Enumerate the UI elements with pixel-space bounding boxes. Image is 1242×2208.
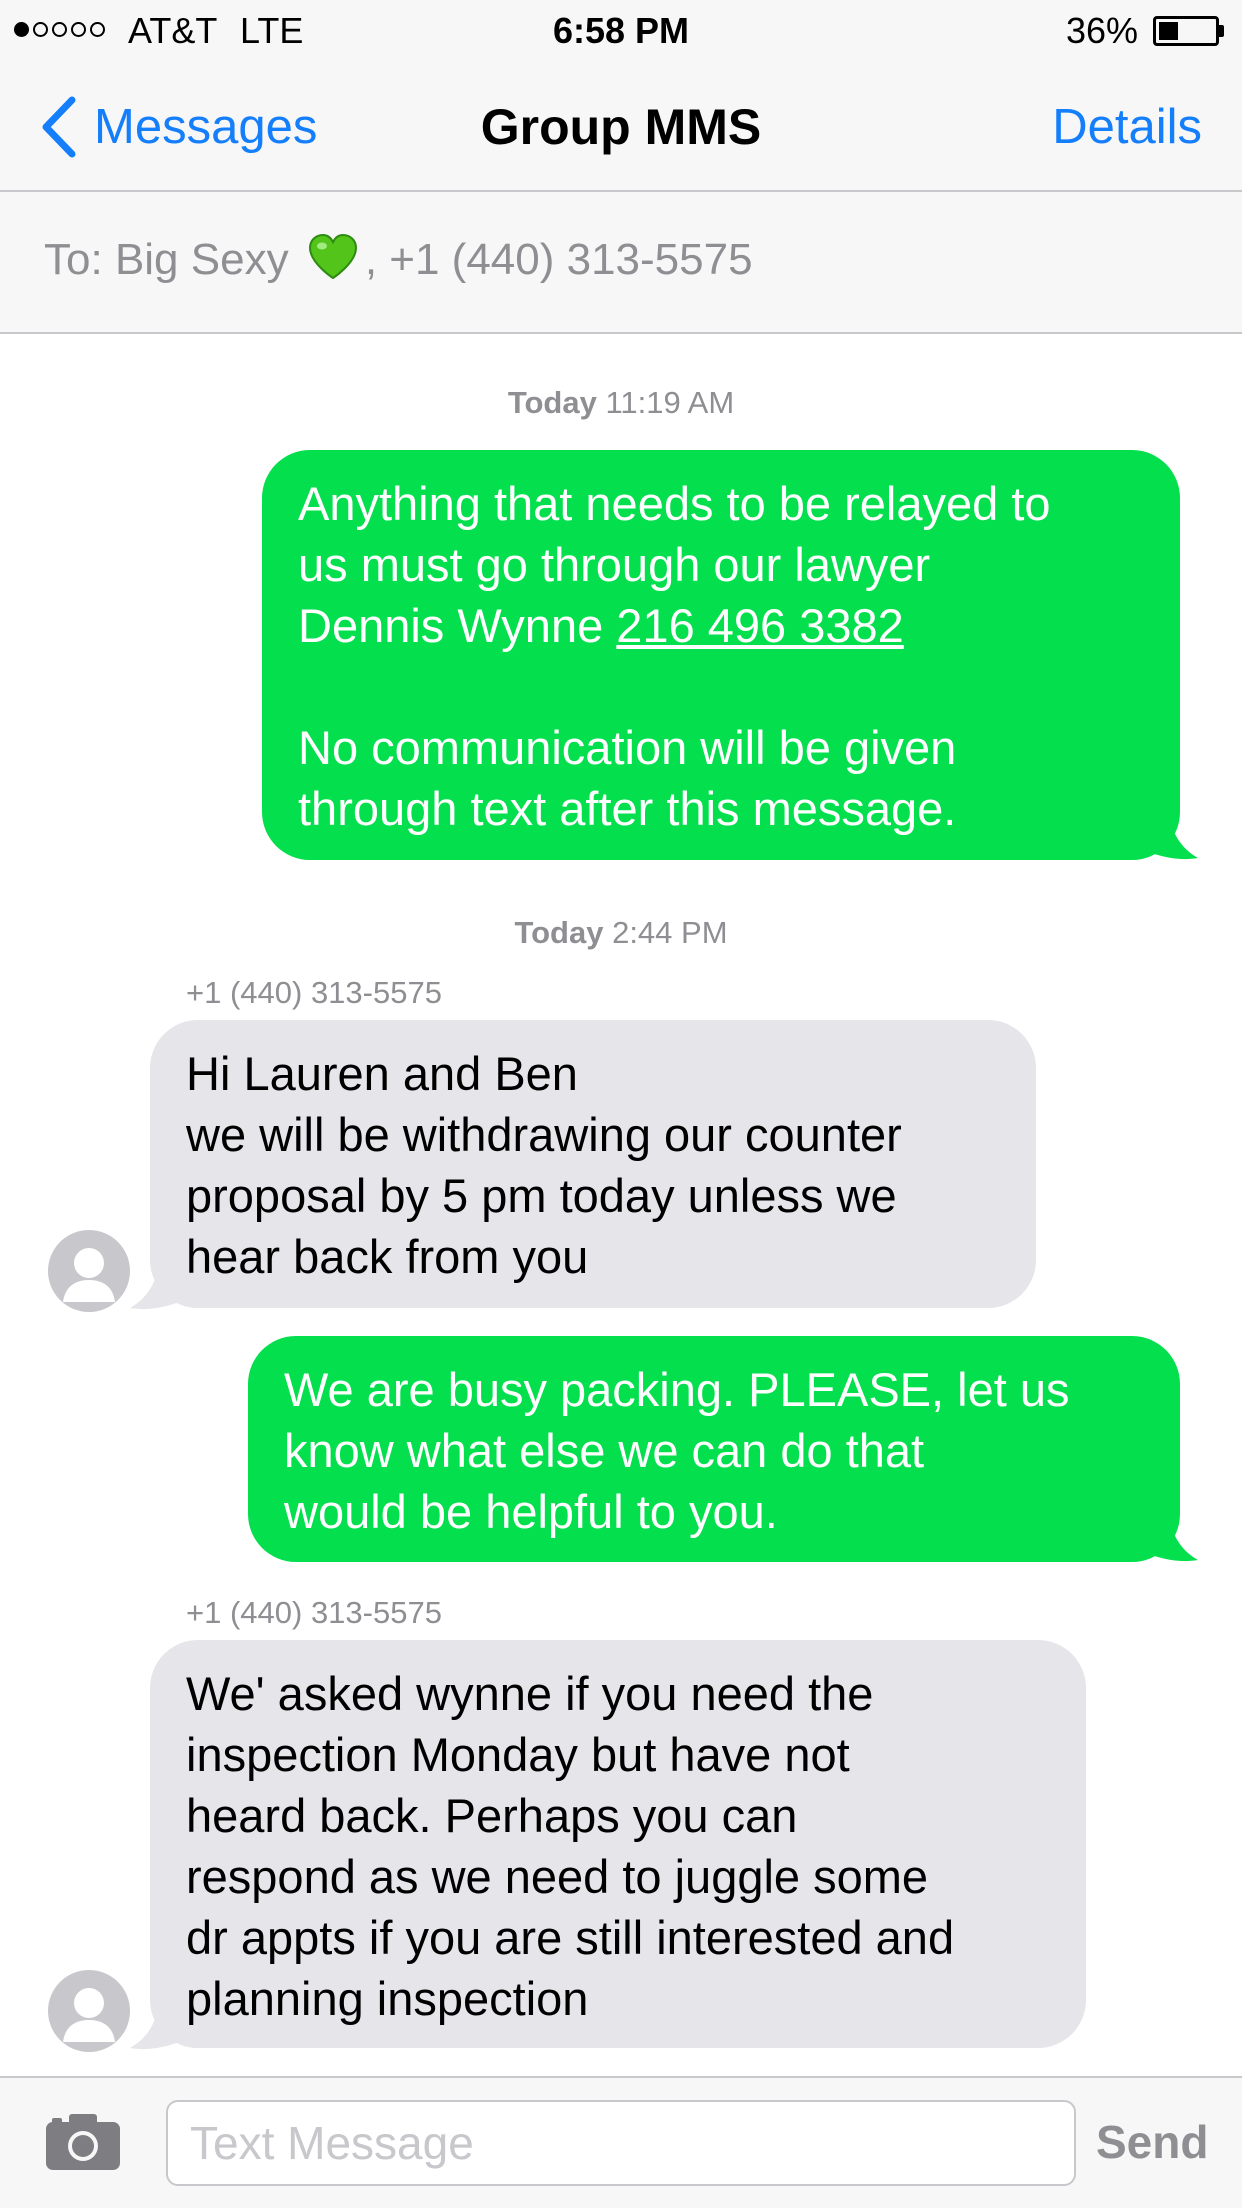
sender-label: +1 (440) 313-5575 (186, 975, 442, 1010)
outgoing-message-bubble[interactable]: Anything that needs to be relayed to us … (262, 450, 1180, 860)
timestamp: Today 2:44 PM (0, 914, 1242, 952)
message-input[interactable] (166, 2100, 1076, 2186)
timestamp: Today 11:19 AM (0, 384, 1242, 422)
recipient-phone[interactable]: +1 (440) 313-5575 (389, 235, 752, 284)
battery-percent: 36% (1065, 10, 1138, 51)
recipient-separator: , (364, 235, 378, 284)
to-label: To: (44, 235, 103, 284)
timestamp-day: Today (507, 385, 597, 420)
timestamp-day: Today (514, 915, 604, 950)
contact-avatar[interactable] (48, 1970, 130, 2052)
camera-icon[interactable] (44, 2110, 122, 2172)
send-button[interactable]: Send (1096, 2114, 1208, 2170)
message-text: No communication will be given through t… (298, 721, 957, 835)
green-heart-icon (308, 233, 357, 280)
phone-number-link[interactable]: 216 496 3382 (616, 599, 904, 652)
incoming-message-bubble[interactable]: We' asked wynne if you need the inspecti… (150, 1640, 1086, 2048)
contact-avatar[interactable] (48, 1230, 130, 1312)
incoming-message-bubble[interactable]: Hi Lauren and Ben we will be withdrawing… (150, 1020, 1036, 1308)
status-time: 6:58 PM (552, 10, 690, 51)
battery-icon (1153, 16, 1219, 46)
sender-label: +1 (440) 313-5575 (186, 1595, 442, 1630)
recipients-line: To: Big Sexy , +1 (440) 313-5575 (44, 232, 753, 287)
recipient-name[interactable]: Big Sexy (115, 235, 289, 284)
timestamp-time: 2:44 PM (612, 915, 728, 950)
outgoing-message-bubble[interactable]: We are busy packing. PLEASE, let us know… (248, 1336, 1180, 1562)
person-silhouette-icon (63, 1988, 115, 2042)
details-button[interactable]: Details (1052, 98, 1202, 156)
timestamp-time: 11:19 AM (605, 385, 735, 420)
battery-nub (1219, 25, 1224, 37)
person-silhouette-icon (63, 1248, 115, 1302)
